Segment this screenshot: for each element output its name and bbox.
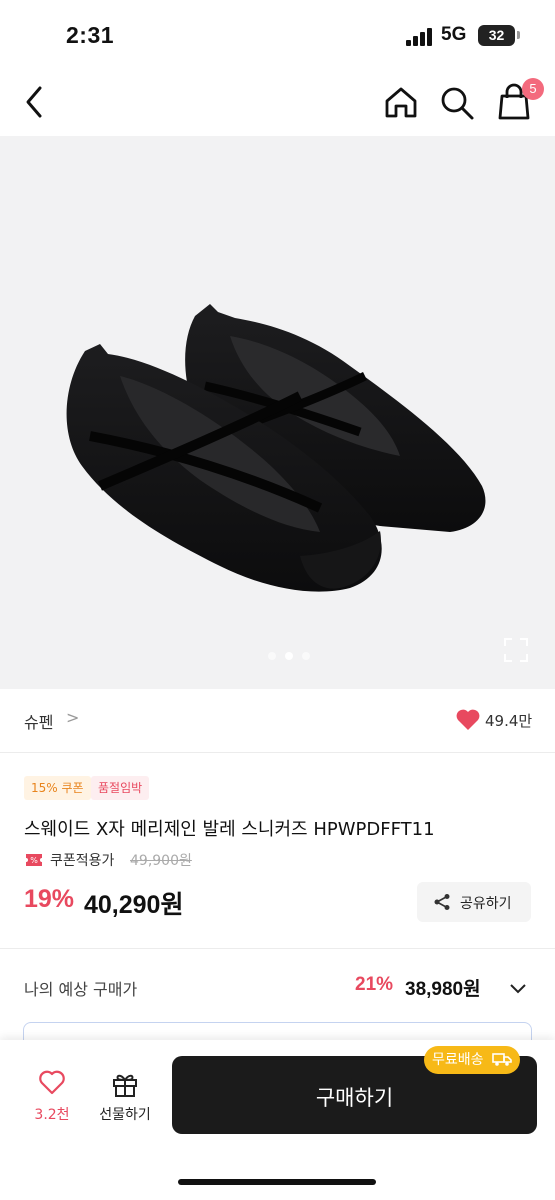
like-count: 49.4만 — [485, 712, 533, 730]
gallery-dots — [0, 652, 555, 662]
network-label: 5G — [441, 24, 467, 45]
free-shipping-badge: 무료배송 — [424, 1046, 520, 1074]
battery-cap — [517, 31, 520, 39]
signal-icon — [406, 28, 434, 46]
truck-icon — [492, 1053, 512, 1066]
coupon-ticket-icon: % — [25, 852, 43, 866]
gift-label: 선물하기 — [99, 1107, 151, 1123]
search-button[interactable] — [438, 82, 476, 122]
shoe-image — [66, 304, 486, 592]
gallery-dot[interactable] — [268, 652, 276, 660]
heart-outline-icon — [39, 1070, 65, 1095]
section-divider — [0, 948, 555, 949]
product-title: 스웨이드 X자 메리제인 발레 스니커즈 HPWPDFFT11 — [24, 819, 435, 840]
discount-rate: 19% — [24, 885, 75, 913]
coupon-price-label: 쿠폰적용가 — [50, 853, 115, 869]
buy-label: 구매하기 — [315, 1086, 394, 1110]
gift-icon — [113, 1074, 137, 1097]
brand-row[interactable]: 슈펜 > 49.4만 — [0, 689, 555, 753]
expand-button[interactable] — [502, 636, 530, 664]
search-icon — [441, 87, 474, 120]
expected-discount-rate: 21% — [355, 974, 394, 995]
status-bar: 2:31 5G 32 — [0, 0, 555, 68]
fullscreen-icon — [504, 638, 528, 662]
home-button[interactable] — [382, 82, 420, 122]
brand-name[interactable]: 슈펜 — [24, 709, 53, 733]
nav-header — [0, 68, 555, 136]
back-button[interactable] — [18, 82, 54, 122]
chevron-right-icon: > — [66, 708, 80, 727]
battery-icon: 32 — [478, 25, 515, 46]
gift-button[interactable]: 선물하기 — [92, 1070, 158, 1130]
home-indicator — [178, 1179, 376, 1185]
sale-price: 40,290원 — [84, 891, 184, 919]
home-icon — [385, 87, 417, 118]
share-button[interactable]: 공유하기 — [417, 882, 531, 922]
original-price: 49,900원 — [130, 853, 192, 869]
expected-price-label: 나의 예상 구매가 — [24, 980, 138, 999]
chevron-down-icon[interactable] — [508, 978, 528, 998]
wishlist-count: 3.2천 — [34, 1107, 70, 1123]
cart-badge: 5 — [522, 78, 544, 100]
heart-icon[interactable] — [455, 709, 481, 731]
share-label: 공유하기 — [460, 896, 512, 912]
product-image[interactable] — [0, 136, 555, 689]
svg-text:%: % — [30, 856, 38, 865]
sold-out-soon-tag: 품절임박 — [91, 776, 150, 800]
gallery-dot-active[interactable] — [285, 652, 293, 660]
expected-price: 38,980원 — [405, 979, 481, 1000]
chevron-left-icon — [26, 86, 42, 118]
status-time: 2:31 — [66, 22, 115, 48]
free-shipping-label: 무료배송 — [432, 1052, 484, 1068]
gallery-dot[interactable] — [302, 652, 310, 660]
wishlist-button[interactable]: 3.2천 — [26, 1070, 78, 1130]
coupon-tag: 15% 쿠폰 — [24, 776, 91, 800]
share-icon — [434, 894, 450, 910]
